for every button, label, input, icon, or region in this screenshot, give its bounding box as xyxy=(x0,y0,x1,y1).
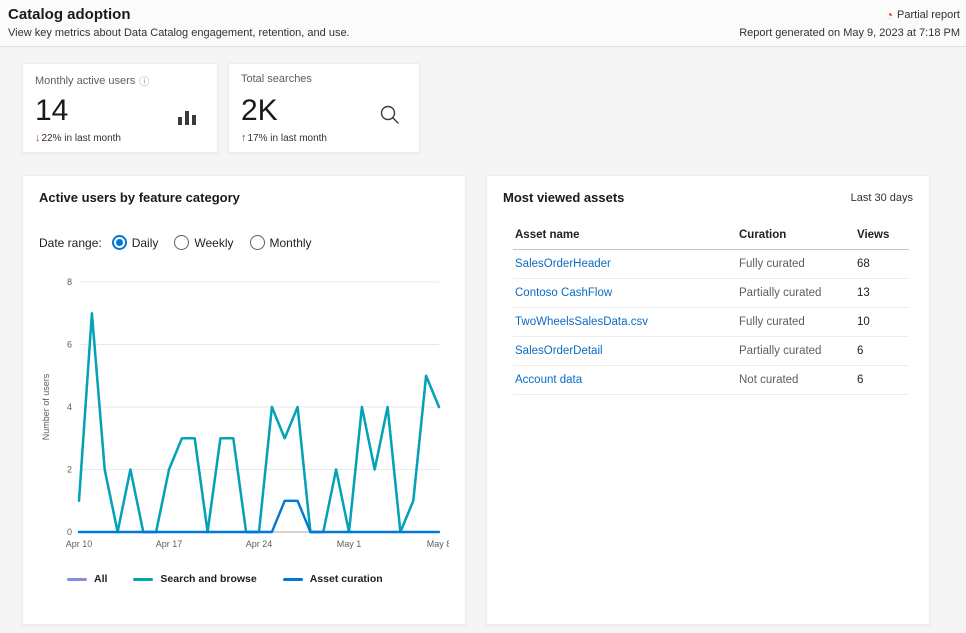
kpi-label: Total searches xyxy=(241,73,312,85)
radio-daily-control[interactable] xyxy=(112,235,127,250)
kpi-row: Monthly active users ⓘ 14 ↓ 22% in last … xyxy=(22,63,966,153)
assets-panel-title: Most viewed assets xyxy=(503,190,624,205)
col-curation: Curation xyxy=(739,229,857,241)
svg-text:0: 0 xyxy=(67,527,72,537)
radio-weekly-label[interactable]: Weekly xyxy=(194,236,233,250)
radio-weekly-control[interactable] xyxy=(174,235,189,250)
asset-link[interactable]: Account data xyxy=(515,374,739,386)
svg-text:4: 4 xyxy=(67,402,72,412)
kpi-value: 14 xyxy=(35,96,68,126)
main-row: Active users by feature category Date ra… xyxy=(22,175,930,625)
svg-text:Apr 10: Apr 10 xyxy=(66,539,93,549)
partial-report-status: ◔ Partial report xyxy=(886,9,960,21)
legend-swatch-search-and-browse xyxy=(133,578,153,581)
views-value: 10 xyxy=(857,316,907,328)
kpi-delta-text: 17% in last month xyxy=(248,133,328,144)
views-value: 13 xyxy=(857,287,907,299)
svg-text:Apr 17: Apr 17 xyxy=(156,539,183,549)
curation-value: Partially curated xyxy=(739,287,857,299)
svg-text:6: 6 xyxy=(67,340,72,350)
legend-label: All xyxy=(94,573,107,585)
trend-up-icon: ↑ xyxy=(241,132,247,144)
info-icon[interactable]: ⓘ xyxy=(139,73,149,88)
chart-panel-title: Active users by feature category xyxy=(39,190,449,205)
asset-link[interactable]: SalesOrderDetail xyxy=(515,345,739,357)
views-value: 6 xyxy=(857,345,907,357)
asset-link[interactable]: Contoso CashFlow xyxy=(515,287,739,299)
col-asset-name: Asset name xyxy=(515,229,739,241)
search-icon xyxy=(379,104,401,126)
line-chart: 0 2 4 6 8 Apr 10 Apr 17 Apr 24 May 1 May 8 Number … xyxy=(39,270,449,562)
line-chart-container: 0 2 4 6 8 Apr 10 Apr 17 Apr 24 May 1 May 8 Number … xyxy=(39,270,449,567)
date-range-label: Date range: xyxy=(39,236,102,250)
radio-daily[interactable]: Daily xyxy=(112,235,159,250)
svg-text:May 1: May 1 xyxy=(337,539,362,549)
table-row: Account data Not curated 6 xyxy=(513,366,909,395)
page-header: Catalog adoption ◔ Partial report View k… xyxy=(0,0,966,47)
legend-label: Asset curation xyxy=(310,573,383,585)
views-value: 68 xyxy=(857,258,907,270)
legend-item-all: All xyxy=(67,573,107,585)
kpi-card-total-searches: Total searches 2K ↑ 17% in last month xyxy=(228,63,420,153)
date-range-selector: Date range: Daily Weekly Monthly xyxy=(39,235,449,250)
assets-table-header: Asset name Curation Views xyxy=(513,221,909,250)
curation-value: Partially curated xyxy=(739,345,857,357)
kpi-label: Monthly active users xyxy=(35,75,135,87)
table-row: TwoWheelsSalesData.csv Fully curated 10 xyxy=(513,308,909,337)
partial-report-icon: ◔ xyxy=(886,9,893,21)
assets-table: Asset name Curation Views SalesOrderHead… xyxy=(513,221,909,395)
legend-item-search-and-browse: Search and browse xyxy=(133,573,256,585)
svg-text:8: 8 xyxy=(67,277,72,287)
curation-value: Fully curated xyxy=(739,316,857,328)
legend-swatch-asset-curation xyxy=(283,578,303,581)
legend-swatch-all xyxy=(67,578,87,581)
trend-down-icon: ↓ xyxy=(35,132,41,144)
table-row: SalesOrderHeader Fully curated 68 xyxy=(513,250,909,279)
legend-label: Search and browse xyxy=(160,573,256,585)
table-row: Contoso CashFlow Partially curated 13 xyxy=(513,279,909,308)
svg-text:2: 2 xyxy=(67,465,72,475)
views-value: 6 xyxy=(857,374,907,386)
report-generated-timestamp: Report generated on May 9, 2023 at 7:18 … xyxy=(739,27,960,39)
svg-text:Apr 24: Apr 24 xyxy=(246,539,273,549)
page-title: Catalog adoption xyxy=(8,6,131,23)
chart-legend: All Search and browse Asset curation xyxy=(67,573,449,585)
radio-monthly-control[interactable] xyxy=(250,235,265,250)
col-views: Views xyxy=(857,229,907,241)
svg-text:Number of users: Number of users xyxy=(41,373,51,440)
radio-weekly[interactable]: Weekly xyxy=(174,235,233,250)
bar-chart-icon xyxy=(177,108,199,126)
svg-text:May 8: May 8 xyxy=(427,539,449,549)
radio-monthly-label[interactable]: Monthly xyxy=(270,236,312,250)
curation-value: Not curated xyxy=(739,374,857,386)
active-users-panel: Active users by feature category Date ra… xyxy=(22,175,466,625)
page-subtitle: View key metrics about Data Catalog enga… xyxy=(8,27,350,39)
table-row: SalesOrderDetail Partially curated 6 xyxy=(513,337,909,366)
most-viewed-assets-panel: Most viewed assets Last 30 days Asset na… xyxy=(486,175,930,625)
legend-item-asset-curation: Asset curation xyxy=(283,573,383,585)
assets-range-label: Last 30 days xyxy=(851,192,913,204)
curation-value: Fully curated xyxy=(739,258,857,270)
kpi-delta-text: 22% in last month xyxy=(42,133,122,144)
asset-link[interactable]: SalesOrderHeader xyxy=(515,258,739,270)
asset-link[interactable]: TwoWheelsSalesData.csv xyxy=(515,316,739,328)
radio-daily-label[interactable]: Daily xyxy=(132,236,159,250)
radio-monthly[interactable]: Monthly xyxy=(250,235,312,250)
kpi-card-monthly-active-users: Monthly active users ⓘ 14 ↓ 22% in last … xyxy=(22,63,218,153)
partial-report-label: Partial report xyxy=(897,9,960,21)
kpi-value: 2K xyxy=(241,96,278,126)
